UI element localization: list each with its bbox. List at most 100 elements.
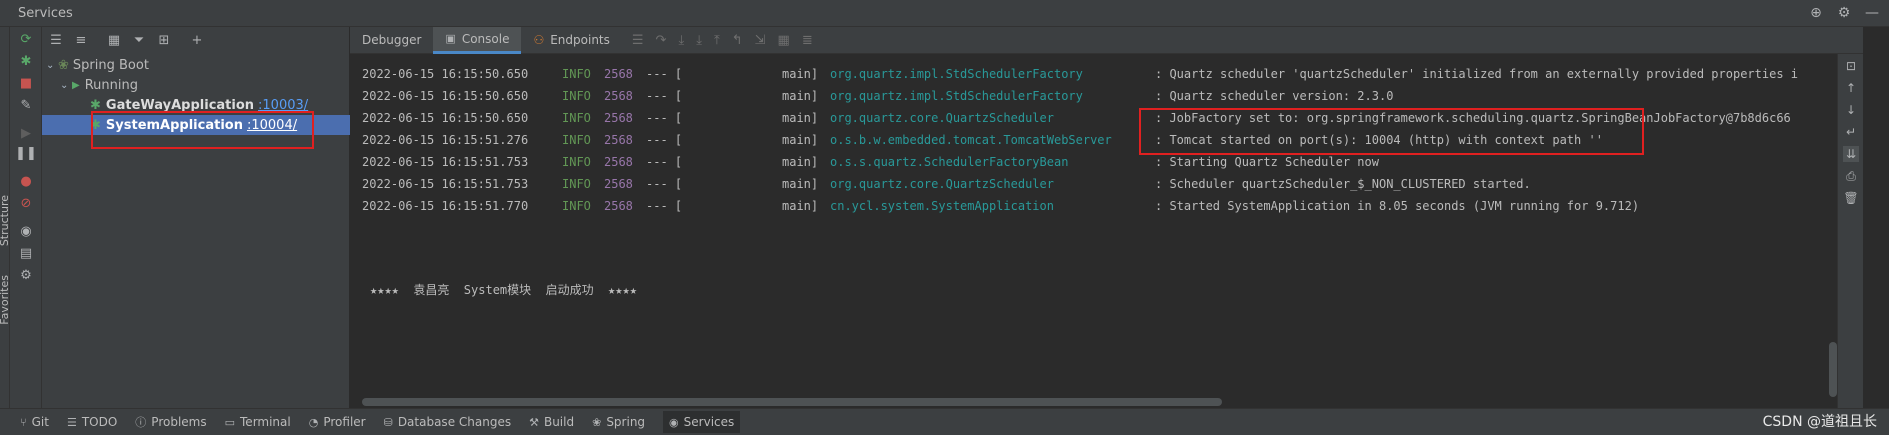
statusbar-tab-todo[interactable]: ☰ TODO — [67, 415, 117, 429]
statusbar-tab-problems[interactable]: ⓘ Problems — [135, 414, 206, 430]
tab-console[interactable]: ▣ Console — [433, 26, 522, 54]
app-port-link[interactable]: :10004/ — [247, 118, 297, 133]
resume-icon[interactable]: ▶ — [18, 125, 34, 141]
evaluate-icon[interactable]: ▦ — [778, 33, 790, 48]
log-thread: main] — [782, 177, 819, 191]
log-ts: 2022-06-15 16:15:50.650 — [362, 67, 529, 81]
log-sep: --- [ — [646, 111, 683, 125]
debug-icon[interactable]: ✱ — [18, 53, 34, 69]
terminal-icon: ▭ — [224, 415, 236, 429]
run-to-cursor-icon[interactable]: ⇲ — [755, 33, 766, 48]
add-icon[interactable]: + — [189, 32, 205, 48]
log-ts: 2022-06-15 16:15:51.770 — [362, 199, 529, 213]
down-arrow-icon[interactable]: ↓ — [1843, 102, 1859, 118]
statusbar-tab-label: Spring — [606, 415, 646, 429]
trash-icon[interactable]: 🗑 — [1843, 190, 1859, 206]
list-icon[interactable]: ☰ — [632, 33, 644, 48]
horizontal-scrollbar[interactable] — [362, 398, 1222, 406]
tab-label: Debugger — [362, 33, 422, 47]
log-pid: 2568 — [604, 133, 633, 147]
rerun-icon[interactable]: ⟳ — [18, 31, 34, 47]
services-toolbar: ⟳ ✱ ■ ✎ ▶ ❚❚ ● ⊘ ◉ ▤ ⚙ — [10, 27, 42, 408]
tree-node-system-app[interactable]: ✱ SystemApplication :10004/ — [42, 115, 350, 135]
log-level: INFO — [562, 67, 591, 81]
tab-debugger[interactable]: Debugger — [350, 27, 433, 54]
startup-banner: ★★★★ 袁昌亮 System模块 启动成功 ★★★★ — [370, 283, 637, 297]
chevron-down-icon[interactable]: ⌄ — [46, 60, 58, 71]
vertical-scrollbar[interactable] — [1829, 342, 1837, 397]
log-pid: 2568 — [604, 89, 633, 103]
tree-node-running[interactable]: ⌄ ▶ Running — [60, 75, 138, 95]
tree-node-spring-boot[interactable]: ⌄ ❀ Spring Boot — [46, 55, 149, 75]
statusbar-tab-services[interactable]: ◉ Services — [663, 411, 741, 433]
log-msg: : Tomcat started on port(s): 10004 (http… — [1155, 133, 1603, 147]
profiler-icon: ◔ — [308, 415, 319, 429]
statusbar-tab-build[interactable]: ⚒ Build — [529, 415, 574, 429]
tab-label: Console — [461, 31, 510, 46]
console-actions: ☰ ↷ ⤓ ⤓ ⤒ ↰ ⇲ ▦ ≣ — [632, 33, 813, 48]
pause-icon[interactable]: ❚❚ — [15, 145, 37, 161]
list-icon: ☰ — [66, 415, 77, 429]
minimize-icon[interactable]: — — [1863, 4, 1881, 22]
crosshair-icon[interactable]: ⊕ — [1807, 4, 1825, 22]
log-sep: --- [ — [646, 177, 683, 191]
trace-icon[interactable]: ≣ — [802, 33, 813, 48]
services-tree-panel: ☰ ≡ ▦ ⏷ ⊞ + ⌄ ❀ Spring Boot ⌄ ▶ Running … — [42, 27, 350, 408]
print-icon[interactable]: ⎙ — [1843, 168, 1859, 184]
app-port-link[interactable]: :10003/ — [258, 98, 308, 113]
camera-icon[interactable]: ◉ — [18, 223, 34, 239]
stop-icon[interactable]: ■ — [18, 75, 34, 91]
app-name: GateWayApplication — [105, 97, 255, 113]
log-ts: 2022-06-15 16:15:51.753 — [362, 155, 529, 169]
console-icon: ▣ — [445, 32, 456, 45]
new-tab-icon[interactable]: ⊞ — [156, 32, 172, 48]
wrench-icon[interactable]: ✎ — [18, 97, 34, 113]
left-tool-strip: Structure Favorites — [0, 27, 11, 408]
statusbar-tab-git[interactable]: ⑂ Git — [20, 415, 49, 429]
chevron-down-icon[interactable]: ⌄ — [60, 80, 72, 91]
statusbar-tab-terminal[interactable]: ▭ Terminal — [225, 415, 291, 429]
console-output[interactable]: 2022-06-15 16:15:50.650 INFO 2568 --- [ main… — [350, 54, 1850, 382]
log-logger: cn.ycl.system.SystemApplication — [830, 199, 1054, 213]
step-into-icon[interactable]: ⤓ — [678, 33, 684, 48]
collapse-all-icon[interactable]: ≡ — [73, 32, 89, 48]
tab-bar: Debugger ▣ Console ⚇ Endpoints ☰ ↷ ⤓ ⤓ ⤒… — [350, 26, 1863, 54]
log-msg: : JobFactory set to: org.springframework… — [1155, 111, 1791, 125]
step-over-icon[interactable]: ↷ — [656, 33, 667, 48]
settings-icon[interactable]: ⚙ — [18, 267, 34, 283]
log-msg: : Started SystemApplication in 8.05 seco… — [1155, 199, 1640, 213]
drop-frame-icon[interactable]: ↰ — [732, 33, 743, 48]
tree-node-gateway-app[interactable]: ✱ GateWayApplication :10003/ — [90, 95, 308, 115]
layout-icon[interactable]: ▤ — [18, 245, 34, 261]
expand-all-icon[interactable]: ☰ — [48, 32, 64, 48]
step-out-icon[interactable]: ⤒ — [714, 33, 720, 48]
log-pid: 2568 — [604, 177, 633, 191]
info-icon: ⓘ — [135, 416, 147, 429]
statusbar-tab-database-changes[interactable]: ⛁ Database Changes — [384, 415, 512, 429]
pin-icon[interactable]: ⊡ — [1843, 58, 1859, 74]
status-bar: ⑂ Git ☰ TODO ⓘ Problems ▭ Terminal ◔ Profiler ⛁ Dat… — [0, 408, 1889, 435]
up-arrow-icon[interactable]: ↑ — [1843, 80, 1859, 96]
group-icon[interactable]: ▦ — [106, 32, 122, 48]
breakpoints-icon[interactable]: ● — [18, 173, 34, 189]
statusbar-tab-label: Terminal — [240, 415, 291, 429]
log-ts: 2022-06-15 16:15:50.650 — [362, 89, 529, 103]
statusbar-tab-spring[interactable]: ❀ Spring — [592, 415, 645, 429]
log-logger: org.quartz.core.QuartzScheduler — [830, 111, 1054, 125]
force-step-into-icon[interactable]: ⤓ — [696, 33, 702, 48]
soft-wrap-icon[interactable]: ↵ — [1843, 124, 1859, 140]
log-level: INFO — [562, 111, 591, 125]
log-logger: o.s.b.w.embedded.tomcat.TomcatWebServer — [830, 133, 1112, 147]
filter-icon[interactable]: ⏷ — [131, 32, 147, 48]
log-pid: 2568 — [604, 155, 633, 169]
watermark: CSDN @道祖且长 — [1762, 414, 1877, 430]
statusbar-tab-label: Git — [31, 415, 49, 429]
scroll-to-end-icon[interactable]: ⇊ — [1843, 146, 1859, 162]
statusbar-tab-profiler[interactable]: ◔ Profiler — [309, 415, 366, 429]
git-icon: ⑂ — [20, 415, 27, 429]
gear-icon[interactable]: ⚙ — [1835, 4, 1853, 22]
mute-breakpoints-icon[interactable]: ⊘ — [18, 195, 34, 211]
tree-node-label: Running — [84, 77, 138, 93]
log-sep: --- [ — [646, 155, 683, 169]
tab-endpoints[interactable]: ⚇ Endpoints — [521, 27, 621, 54]
